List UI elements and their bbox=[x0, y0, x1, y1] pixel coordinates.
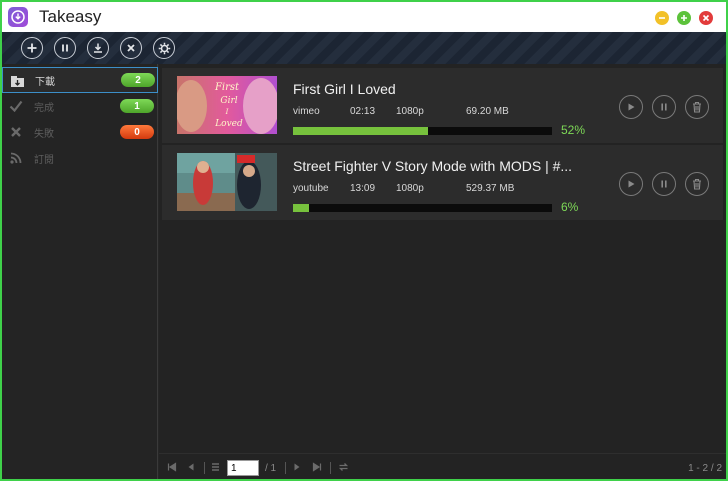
pause-icon bbox=[661, 103, 667, 111]
download-quality: 1080p bbox=[396, 106, 424, 117]
trash-icon bbox=[693, 178, 701, 190]
progress-bar bbox=[293, 204, 552, 212]
download-button[interactable] bbox=[87, 37, 109, 59]
download-row[interactable]: Street Fighter V Story Mode with MODS | … bbox=[162, 145, 723, 220]
play-button[interactable] bbox=[619, 172, 643, 196]
download-size: 69.20 MB bbox=[466, 106, 509, 117]
title-bar: Takeasy bbox=[2, 2, 726, 32]
pause-button[interactable] bbox=[652, 172, 676, 196]
sidebar-item-completed[interactable]: 完成 1 bbox=[2, 93, 158, 119]
rss-icon bbox=[8, 150, 24, 166]
next-page-button[interactable] bbox=[292, 462, 302, 472]
check-icon bbox=[8, 98, 24, 114]
x-icon bbox=[8, 124, 24, 140]
pagination-bar: / 1 1 - 2 / 2 bbox=[159, 453, 726, 479]
download-source: youtube bbox=[293, 183, 329, 194]
delete-button[interactable] bbox=[685, 95, 709, 119]
add-button[interactable] bbox=[21, 37, 43, 59]
prev-page-icon bbox=[188, 463, 194, 471]
page-list-icon bbox=[211, 462, 220, 472]
svg-text:Loved: Loved bbox=[214, 119, 243, 129]
minimize-button[interactable] bbox=[655, 11, 669, 25]
delete-button[interactable] bbox=[685, 172, 709, 196]
download-icon bbox=[94, 43, 102, 53]
svg-text:I: I bbox=[225, 108, 229, 116]
next-page-icon bbox=[294, 463, 300, 471]
page-range-label: 1 - 2 / 2 bbox=[688, 463, 722, 474]
last-page-icon bbox=[312, 462, 322, 472]
download-row[interactable]: First Girl I Loved First Girl I Loved vi… bbox=[162, 68, 723, 143]
video-thumbnail bbox=[177, 153, 277, 211]
download-list: First Girl I Loved First Girl I Loved vi… bbox=[159, 64, 726, 453]
play-icon bbox=[628, 180, 635, 188]
sidebar-item-failed[interactable]: 失敗 0 bbox=[2, 119, 158, 145]
pause-icon bbox=[661, 180, 667, 188]
trash-icon bbox=[693, 101, 701, 113]
sidebar-item-downloading[interactable]: 下載 2 bbox=[2, 67, 158, 93]
svg-text:Girl: Girl bbox=[220, 96, 237, 106]
first-page-button[interactable] bbox=[167, 462, 177, 472]
close-icon bbox=[127, 44, 135, 52]
download-title: First Girl I Loved bbox=[293, 81, 396, 97]
download-duration: 02:13 bbox=[350, 106, 376, 117]
svg-text:First: First bbox=[214, 82, 240, 93]
remove-button[interactable] bbox=[120, 37, 142, 59]
sidebar-item-label: 下載 bbox=[35, 76, 55, 88]
divider bbox=[204, 462, 205, 474]
app-window: Takeasy 下載 2 完成 1 失敗 0 訂閱 First Girl I L… bbox=[0, 0, 728, 481]
app-title: Takeasy bbox=[39, 7, 102, 26]
count-badge: 2 bbox=[121, 73, 155, 87]
sidebar-item-label: 失敗 bbox=[34, 128, 54, 140]
settings-button[interactable] bbox=[153, 37, 175, 59]
divider bbox=[330, 462, 331, 474]
progress-bar bbox=[293, 127, 552, 135]
sidebar-item-label: 訂閱 bbox=[34, 154, 54, 166]
sidebar: 下載 2 完成 1 失敗 0 訂閱 bbox=[2, 64, 158, 479]
play-icon bbox=[628, 103, 635, 111]
progress-percent: 52% bbox=[561, 123, 586, 137]
progress-fill bbox=[293, 204, 309, 212]
maximize-button[interactable] bbox=[677, 11, 691, 25]
sidebar-item-subscriptions[interactable]: 訂閱 bbox=[2, 145, 158, 171]
gear-icon bbox=[158, 42, 170, 54]
pause-icon bbox=[62, 44, 68, 52]
refresh-button[interactable] bbox=[338, 462, 349, 472]
progress-fill bbox=[293, 127, 428, 135]
download-source: vimeo bbox=[293, 106, 320, 117]
prev-page-button[interactable] bbox=[186, 462, 196, 472]
page-number-input[interactable] bbox=[227, 460, 259, 476]
first-page-icon bbox=[167, 462, 177, 472]
divider bbox=[285, 462, 286, 474]
progress-percent: 6% bbox=[561, 200, 579, 214]
download-quality: 1080p bbox=[396, 183, 424, 194]
pause-button[interactable] bbox=[652, 95, 676, 119]
download-size: 529.37 MB bbox=[466, 183, 515, 194]
page-total: / 1 bbox=[265, 463, 277, 474]
sidebar-item-label: 完成 bbox=[34, 102, 54, 114]
toolbar bbox=[2, 32, 726, 64]
last-page-button[interactable] bbox=[312, 462, 322, 472]
plus-icon bbox=[27, 43, 37, 53]
download-title: Street Fighter V Story Mode with MODS | … bbox=[293, 158, 573, 174]
play-button[interactable] bbox=[619, 95, 643, 119]
refresh-icon bbox=[338, 463, 349, 471]
download-duration: 13:09 bbox=[350, 183, 376, 194]
count-badge: 1 bbox=[120, 99, 154, 113]
app-logo-icon bbox=[8, 7, 28, 27]
count-badge: 0 bbox=[120, 125, 154, 139]
close-window-button[interactable] bbox=[699, 11, 713, 25]
download-folder-icon bbox=[9, 73, 25, 89]
pause-all-button[interactable] bbox=[54, 37, 76, 59]
video-thumbnail: First Girl I Loved bbox=[177, 76, 277, 134]
